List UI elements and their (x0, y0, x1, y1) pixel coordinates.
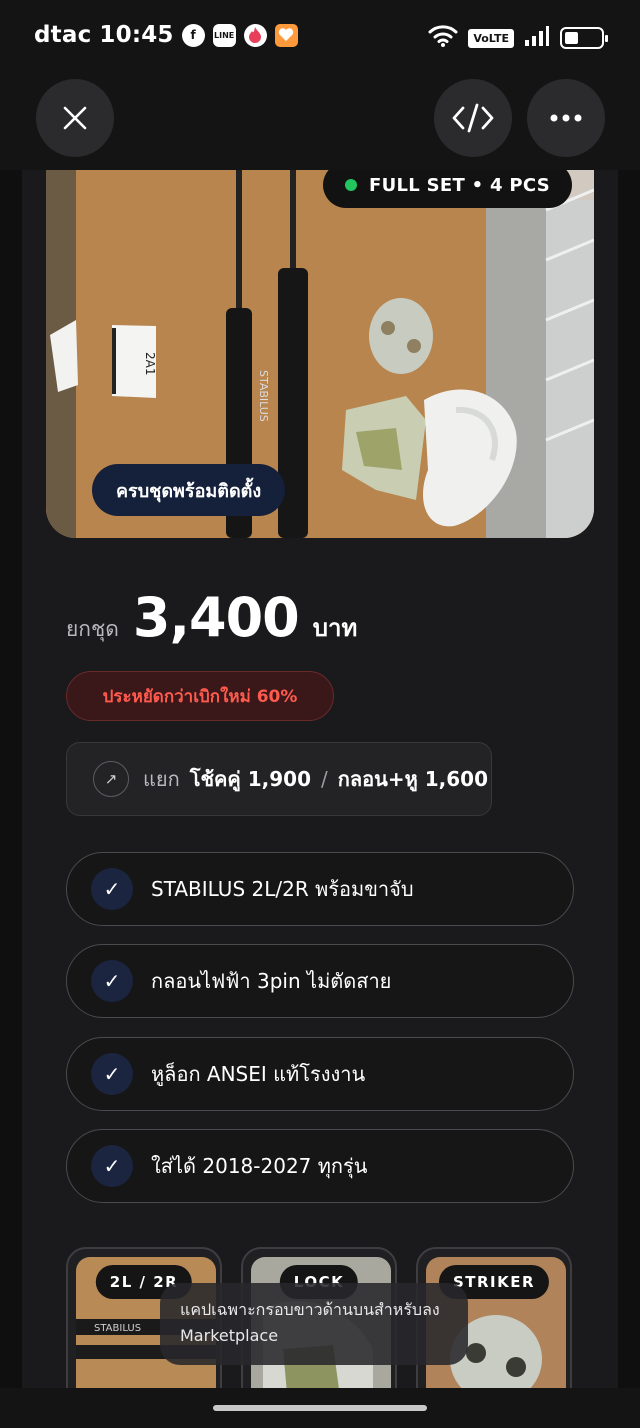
feature-item: ✓ หูล็อก ANSEI แท้โรงงาน (66, 1037, 574, 1111)
feature-label: กลอนไฟฟ้า 3pin ไม่ตัดสาย (151, 969, 392, 993)
feature-item: ✓ STABILUS 2L/2R พร้อมขาจับ (66, 852, 574, 926)
price-row: ยกชุด 3,400 บาท (66, 586, 357, 649)
separate-price-box: ↗ แยก โช้คคู่ 1,900 / กลอน+หู 1,600 (66, 742, 492, 816)
strut-brand-text: STABILUS (257, 370, 270, 422)
carrier-label: dtac (34, 22, 92, 48)
full-set-label: FULL SET • 4 PCS (369, 174, 550, 196)
set-caption-pill: ครบชุดพร้อมติดตั้ง (92, 464, 286, 516)
price-prefix: ยกชุด (66, 617, 119, 641)
thumbnail-brand-text: STABILUS (94, 1323, 141, 1334)
feature-item: ✓ กลอนไฟฟ้า 3pin ไม่ตัดสาย (66, 944, 574, 1018)
tinder-icon (243, 23, 267, 47)
code-button[interactable] (434, 79, 512, 157)
status-dot (345, 179, 357, 191)
check-icon: ✓ (91, 868, 133, 910)
check-icon: ✓ (91, 1053, 133, 1095)
app-bar (0, 74, 640, 170)
home-handle[interactable] (213, 1405, 427, 1411)
wifi-icon (428, 24, 458, 52)
status-bar: dtac 10:45 f LINE VoLTE (0, 0, 640, 74)
more-icon (550, 114, 582, 122)
clock: 10:45 (99, 22, 174, 48)
battery-icon (560, 27, 608, 49)
savings-badge: ประหยัดกว่าเบิกใหม่ 60% (66, 671, 334, 721)
full-set-badge: FULL SET • 4 PCS (323, 170, 572, 208)
feature-label: ใส่ได้ 2018-2027 ทุกรุ่น (151, 1154, 368, 1178)
close-icon (63, 106, 87, 130)
listing-card: 2A1 STABILUS ครบชุดพร้อมติดตั้ง FULL SET… (22, 170, 618, 1388)
arrow-up-right-icon: ↗ (93, 761, 129, 797)
heart-app-icon (274, 23, 298, 47)
toast-message: แคปเฉพาะกรอบขาวด้านบนสำหรับลง Marketplac… (160, 1283, 468, 1365)
separate-slash: / (321, 767, 328, 791)
check-icon: ✓ (91, 960, 133, 1002)
separate-item-struts: โช้คคู่ 1,900 (189, 767, 312, 791)
signal-icon (524, 25, 550, 51)
navigation-bar (0, 1388, 640, 1428)
close-button[interactable] (36, 79, 114, 157)
facebook-icon: f (181, 23, 205, 47)
check-icon: ✓ (91, 1145, 133, 1187)
svg-text:2A1: 2A1 (143, 352, 157, 375)
product-photo[interactable]: 2A1 STABILUS ครบชุดพร้อมติดตั้ง (46, 170, 594, 538)
code-icon (452, 103, 494, 133)
price-unit: บาท (312, 614, 358, 642)
status-left: dtac 10:45 f LINE (34, 22, 298, 48)
feature-label: STABILUS 2L/2R พร้อมขาจับ (151, 877, 414, 901)
separate-label: แยก (143, 767, 180, 791)
battery-level (565, 32, 578, 44)
line-icon: LINE (212, 23, 236, 47)
price-value: 3,400 (132, 586, 300, 649)
separate-item-lock: กลอน+หู 1,600 (337, 767, 488, 791)
volte-badge: VoLTE (468, 28, 514, 48)
more-button[interactable] (527, 79, 605, 157)
status-right: VoLTE (428, 24, 608, 52)
feature-item: ✓ ใส่ได้ 2018-2027 ทุกรุ่น (66, 1129, 574, 1203)
feature-label: หูล็อก ANSEI แท้โรงงาน (151, 1062, 366, 1086)
